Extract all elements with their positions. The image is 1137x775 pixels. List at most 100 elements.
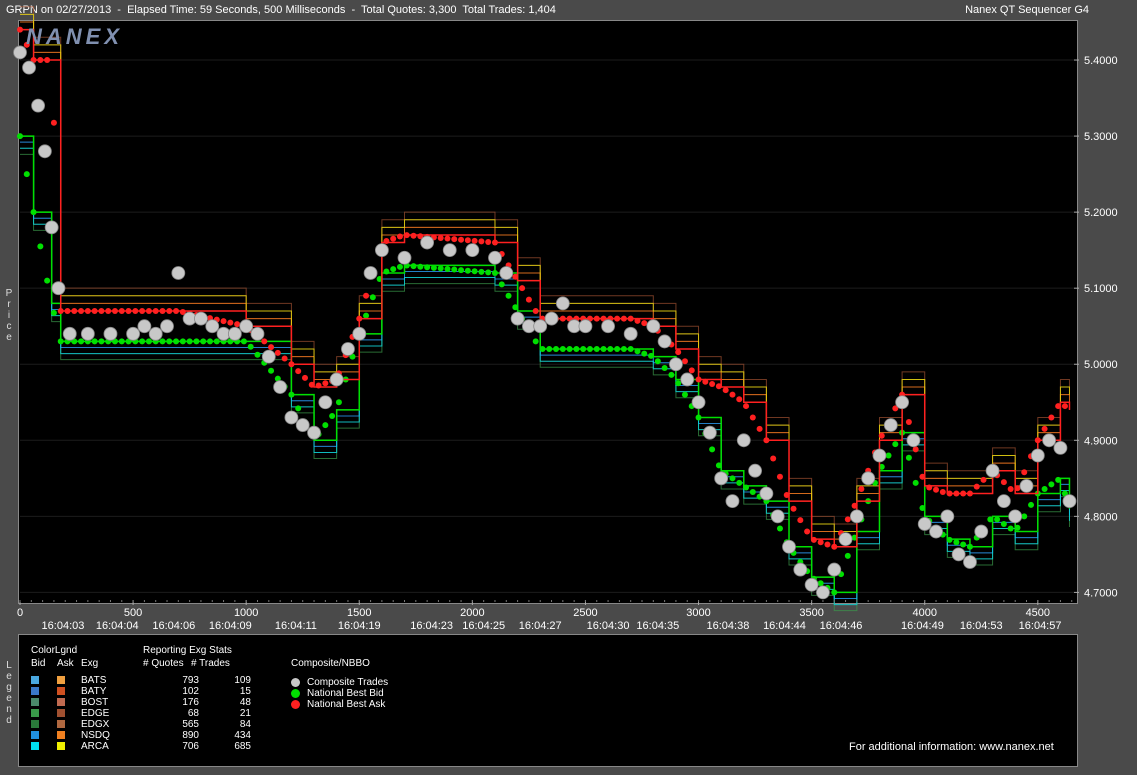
best-ask-point (390, 235, 397, 242)
best-bid-point (145, 338, 152, 345)
best-bid-point (44, 277, 51, 284)
composite-trade-point (160, 319, 174, 334)
composite-trade-point (555, 296, 570, 311)
best-ask-point (322, 380, 329, 387)
time-label: 16:04:38 (707, 620, 750, 632)
best-bid-point (695, 414, 702, 421)
composite-trade-point (657, 334, 672, 349)
composite-trade-point (318, 395, 333, 410)
best-bid-point (295, 405, 302, 412)
col-bid-header: Bid (31, 658, 46, 669)
y-tick-label: 4.8000 (1084, 511, 1118, 523)
quote-count: 706 (182, 741, 199, 752)
composite-trade-point (748, 463, 762, 478)
composite-trade-point (31, 98, 45, 113)
best-ask-point (98, 308, 105, 314)
best-ask-point (858, 485, 865, 492)
composite-trade-point (1062, 494, 1077, 509)
best-bid-point (654, 358, 661, 365)
best-bid-point (471, 268, 478, 275)
best-ask-point (980, 476, 987, 483)
col-exg-header: Exg (81, 658, 99, 669)
composite-trade-point (736, 433, 751, 448)
legend-row-nsdq: NSDQ 890 434 (19, 730, 319, 741)
best-ask-point (627, 315, 634, 322)
best-bid-point (573, 346, 580, 353)
ask-swatch (57, 709, 65, 717)
composite-trade-point (872, 448, 887, 463)
exchange-ask-line (20, 21, 1070, 540)
x-tick-label: 1500 (347, 607, 371, 619)
best-bid-point (831, 589, 838, 596)
best-ask-point (152, 308, 159, 314)
time-label: 16:04:11 (275, 620, 317, 632)
composite-trade-point (702, 425, 717, 440)
composite-trade-point (363, 266, 378, 280)
best-ask-point (810, 536, 817, 543)
bid-swatch (31, 720, 39, 728)
bid-swatch (31, 698, 39, 706)
best-ask-point (844, 516, 851, 523)
best-bid-point (491, 269, 498, 276)
best-ask-point (356, 315, 363, 322)
composite-trade-point (793, 562, 808, 577)
best-bid-point (736, 479, 743, 486)
composite-trade-point (1019, 479, 1034, 493)
quote-count: 565 (182, 719, 199, 730)
best-ask-point (831, 543, 838, 550)
best-ask-point (410, 232, 417, 239)
best-bid-point (709, 446, 716, 453)
exchange-name: BATS (81, 675, 107, 686)
exchange-name: EDGX (81, 719, 110, 730)
best-bid-point (478, 268, 485, 275)
best-bid-point (994, 516, 1001, 523)
best-ask-point (227, 319, 234, 326)
best-ask-point (939, 489, 946, 496)
best-ask-point (1055, 403, 1062, 410)
composite-trade-point (985, 463, 1000, 478)
composite-trade-point (329, 372, 344, 387)
composite-trade-point (261, 349, 276, 364)
best-ask-point (783, 492, 790, 499)
x-tick-label: 4500 (1026, 607, 1050, 619)
x-tick-label: 2500 (573, 607, 597, 619)
best-ask-point (681, 358, 688, 365)
best-bid-point (37, 243, 44, 250)
best-ask-point (763, 437, 770, 444)
best-bid-point (634, 348, 641, 355)
composite-trade-point (906, 433, 921, 448)
composite-trade-point (623, 326, 638, 341)
best-bid-point (430, 264, 437, 271)
best-bid-point (905, 454, 912, 461)
composite-trade-point (148, 326, 163, 341)
legend-row-arca: ARCA 706 685 (19, 741, 319, 752)
composite-trade-point (227, 326, 242, 341)
trade-count: 48 (239, 697, 251, 708)
best-ask-point (776, 473, 783, 480)
bid-swatch (31, 731, 39, 739)
best-bid-point (681, 391, 688, 398)
best-ask-point (878, 432, 885, 439)
best-ask-point (78, 308, 85, 314)
time-label: 16:04:35 (636, 620, 679, 632)
best-ask-point (709, 381, 716, 388)
exchange-name: BATY (81, 686, 107, 697)
best-bid-point (1048, 481, 1055, 488)
best-ask-point (641, 320, 648, 327)
best-bid-point (946, 536, 953, 543)
best-bid-point (532, 338, 539, 345)
composite-trade-point (273, 380, 288, 394)
best-bid-point (390, 266, 397, 273)
composite-trade-point (1042, 433, 1057, 448)
best-bid-point (1014, 524, 1021, 531)
composite-header: Composite/NBBO (291, 658, 370, 669)
composite-trade-point (929, 524, 943, 539)
composite-trade-point (1008, 509, 1023, 524)
col-trades-header: # Trades (191, 658, 230, 669)
best-ask-point (736, 396, 743, 403)
composite-trade-point (544, 311, 559, 326)
composite-trade-point (759, 486, 774, 501)
best-ask-point (749, 414, 756, 421)
composite-trade-point (51, 281, 66, 296)
composite-trade-point (374, 243, 389, 258)
